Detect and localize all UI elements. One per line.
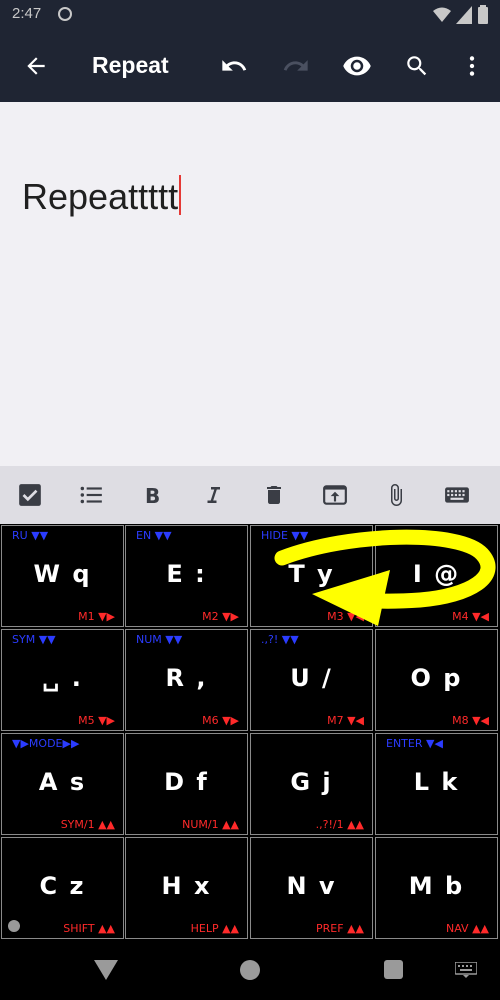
key-label-top: RU ▼▼: [12, 529, 49, 542]
keyboard: RU ▼▼ W q M1 ▼▶ EN ▼▼ E : M2 ▼▶ HIDE ▼▼ …: [0, 524, 500, 940]
key-o-p[interactable]: O p M8 ▼◀: [375, 629, 498, 731]
key-label-bottom: M4 ▼◀: [452, 610, 489, 623]
text-caret: [179, 175, 182, 215]
key-space-period[interactable]: SYM ▼▼ ␣ . M5 ▼▶: [1, 629, 124, 731]
note-editor[interactable]: Repeattttt: [0, 102, 500, 466]
key-label-bottom: M1 ▼▶: [78, 610, 115, 623]
app-bar: Repeat: [0, 30, 500, 102]
key-label-bottom: M8 ▼◀: [452, 714, 489, 727]
keyboard-switch-icon[interactable]: [455, 962, 477, 978]
key-t-y[interactable]: HIDE ▼▼ T y M3 ▼◀: [250, 525, 373, 627]
preview-eye-icon[interactable]: [337, 46, 377, 86]
key-m-b[interactable]: M b NAV ▲▲: [375, 837, 498, 939]
key-label-bottom: M2 ▼▶: [202, 610, 239, 623]
key-label-top: EN ▼▼: [136, 529, 172, 542]
key-label-main: N v: [286, 872, 337, 900]
nav-bar: [0, 940, 500, 1000]
key-u-slash[interactable]: .,?! ▼▼ U / M7 ▼◀: [250, 629, 373, 731]
key-label-main: U /: [290, 664, 333, 692]
screen-record-icon: [58, 7, 72, 21]
key-label-main: D f: [164, 768, 209, 796]
page-title: Repeat: [92, 52, 169, 78]
redo-icon[interactable]: [276, 46, 316, 86]
undo-icon[interactable]: [214, 46, 254, 86]
key-label-main: I @: [412, 560, 461, 588]
key-label-main: M b: [408, 872, 465, 900]
key-g-j[interactable]: G j .,?!/1 ▲▲: [250, 733, 373, 835]
key-label-bottom: M6 ▼▶: [202, 714, 239, 727]
key-label-bottom: NUM/1 ▲▲: [182, 818, 239, 831]
key-label-main: C z: [39, 872, 86, 900]
key-label-main: G j: [290, 768, 333, 796]
key-label-top: NUM ▼▼: [136, 633, 183, 646]
status-bar: 2:47: [0, 0, 500, 30]
key-label-bottom: SYM/1 ▲▲: [60, 818, 115, 831]
bold-icon[interactable]: B: [132, 475, 172, 515]
search-icon[interactable]: [397, 46, 437, 86]
italic-icon[interactable]: [193, 475, 233, 515]
key-label-top: .,?! ▼▼: [261, 633, 299, 646]
key-label-bottom: PREF ▲▲: [316, 922, 364, 935]
checkbox-icon[interactable]: [10, 475, 50, 515]
key-label-main: E :: [166, 560, 207, 588]
key-label-bottom: HELP ▲▲: [190, 922, 239, 935]
recents-square-icon[interactable]: [384, 960, 403, 979]
key-h-x[interactable]: H x HELP ▲▲: [125, 837, 248, 939]
back-triangle-icon[interactable]: [94, 958, 118, 980]
wifi-icon: [433, 7, 451, 22]
key-l-k[interactable]: ENTER ▼◀ L k: [375, 733, 498, 835]
battery-icon: [478, 5, 488, 24]
signal-icon: [456, 6, 472, 24]
key-label-top: HIDE ▼▼: [261, 529, 309, 542]
key-label-top: SYM ▼▼: [12, 633, 56, 646]
svg-text:B: B: [145, 484, 160, 508]
key-label-bottom: M5 ▼▶: [78, 714, 115, 727]
key-label-bottom: .,?!/1 ▲▲: [315, 818, 364, 831]
key-w-q[interactable]: RU ▼▼ W q M1 ▼▶: [1, 525, 124, 627]
key-label-main: H x: [161, 872, 212, 900]
key-c-z[interactable]: C z SHIFT ▲▲: [1, 837, 124, 939]
editor-text: Repeattttt: [22, 176, 179, 217]
key-label-top: ENTER ▼◀: [386, 737, 443, 750]
status-time: 2:47: [12, 5, 42, 22]
more-vert-icon[interactable]: [452, 46, 492, 86]
delete-icon[interactable]: [254, 475, 294, 515]
key-a-s[interactable]: ▼▶MODE▶▶ A s SYM/1 ▲▲: [1, 733, 124, 835]
key-label-main: ␣ .: [42, 664, 83, 692]
bullet-list-icon[interactable]: [71, 475, 111, 515]
key-d-f[interactable]: D f NUM/1 ▲▲: [125, 733, 248, 835]
key-label-main: R ,: [165, 664, 208, 692]
key-label-top: ▼▶MODE▶▶: [12, 737, 80, 750]
key-label-main: T y: [288, 560, 335, 588]
home-circle-icon[interactable]: [240, 960, 260, 980]
keyboard-icon[interactable]: [437, 475, 477, 515]
back-arrow-icon[interactable]: [16, 46, 56, 86]
key-label-bottom: M7 ▼◀: [327, 714, 364, 727]
key-label-main: A s: [38, 768, 87, 796]
key-label-main: W q: [33, 560, 92, 588]
shift-indicator-dot: [8, 920, 20, 932]
key-label-bottom: NAV ▲▲: [446, 922, 489, 935]
editor-text-line[interactable]: Repeattttt: [22, 175, 182, 218]
key-label-bottom: SHIFT ▲▲: [63, 922, 115, 935]
key-i-at[interactable]: I @ M4 ▼◀: [375, 525, 498, 627]
key-label-main: L k: [413, 768, 460, 796]
key-label-main: O p: [410, 664, 463, 692]
attach-icon[interactable]: [376, 475, 416, 515]
key-label-bottom: M3 ▼◀: [327, 610, 364, 623]
share-icon[interactable]: [315, 475, 355, 515]
key-e-colon[interactable]: EN ▼▼ E : M2 ▼▶: [125, 525, 248, 627]
format-toolbar: B: [0, 466, 500, 524]
key-n-v[interactable]: N v PREF ▲▲: [250, 837, 373, 939]
key-r-comma[interactable]: NUM ▼▼ R , M6 ▼▶: [125, 629, 248, 731]
